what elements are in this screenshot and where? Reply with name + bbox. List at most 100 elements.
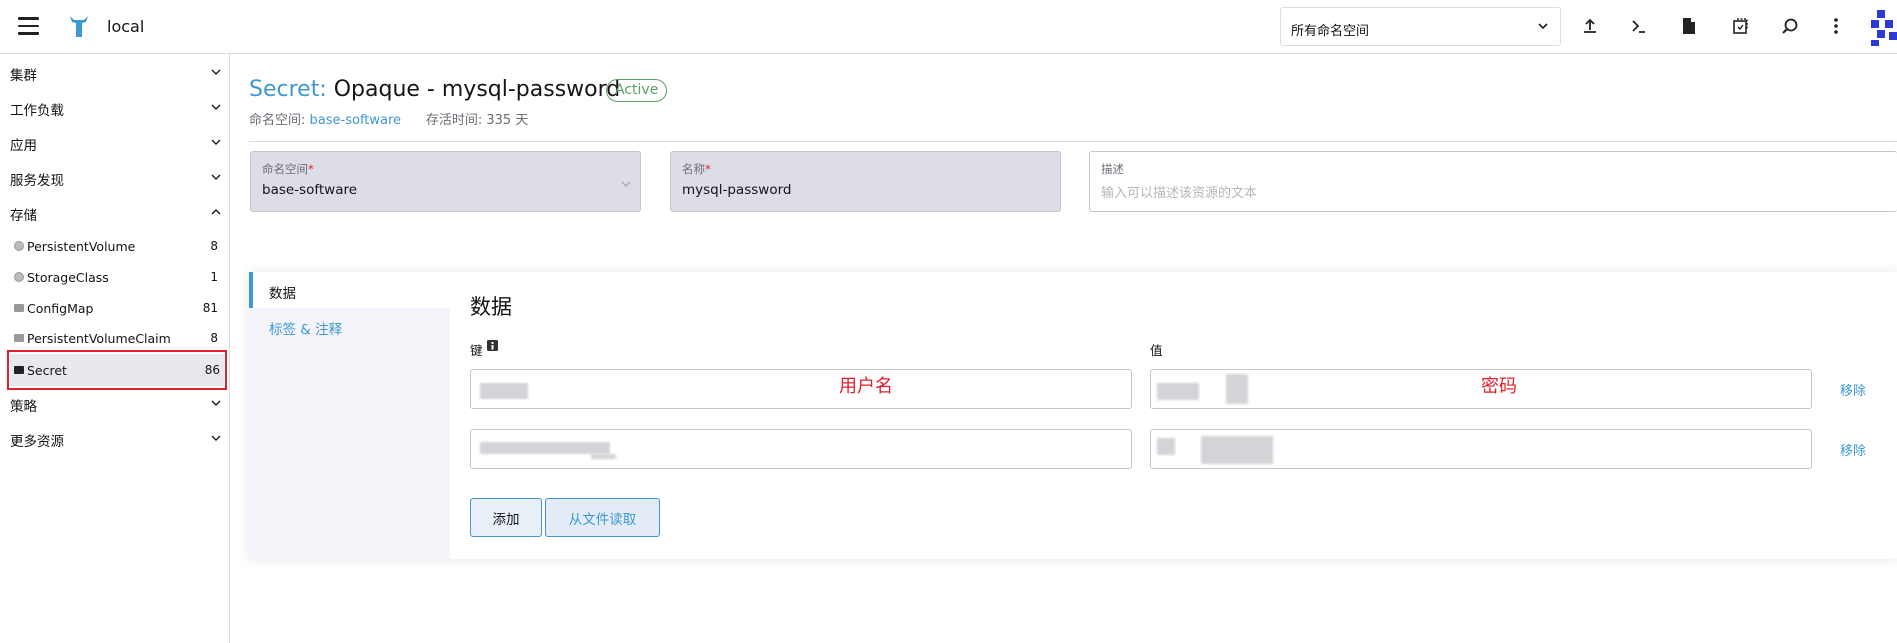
kubectl-shell-icon[interactable] [1628,15,1650,37]
copy-icon[interactable] [1729,15,1751,37]
sidebar-item-count: 1 [210,270,218,284]
tab-data[interactable]: 数据 [249,272,450,308]
sidebar-item-count: 81 [202,301,218,315]
sidebar-item-label: PersistentVolumeClaim [27,330,171,346]
namespace-select[interactable]: 所有命名空间 [1280,7,1561,46]
chevron-down-icon [211,435,221,442]
sidebar-group-apps[interactable]: 应用 [10,134,222,154]
field-label: 名称 [682,162,705,176]
resource-name: Opaque - mysql-password [333,77,621,102]
sidebar-item-storageclass[interactable]: StorageClass 1 [10,263,222,291]
key-header: 键 [470,340,498,359]
divider [249,141,1897,142]
tab-label: 标签 & 注释 [269,322,343,338]
annotation-password: 密码 [1481,376,1517,397]
annotation-username: 用户名 [839,376,893,397]
redacted-value [1201,436,1273,464]
sidebar-item-persistentvolumeclaim[interactable]: PersistentVolumeClaim 8 [10,324,222,352]
age-label: 存活时间: [425,113,483,128]
field-value: base-software [262,182,358,198]
sidebar-item-label: PersistentVolume [27,238,136,254]
redacted-value [1157,438,1175,455]
redacted-value [1226,374,1248,404]
sidebar-group-label: 策略 [10,399,37,415]
key-header-label: 键 [470,343,483,358]
namespace-label: 命名空间: [249,113,306,128]
field-label: 描述 [1101,162,1124,176]
cluster-name[interactable]: local [107,17,144,36]
sidebar-group-workload[interactable]: 工作负载 [10,99,222,119]
add-button[interactable]: 添加 [470,498,542,537]
chevron-down-icon [211,104,221,111]
highlight-box [7,350,227,390]
value-header: 值 [1150,343,1163,358]
top-bar: local 所有命名空间 [0,0,1897,54]
sidebar: 集群 工作负载 应用 服务发现 存储 PersistentVolume 8 St… [0,54,230,643]
file-icon[interactable] [1678,15,1700,37]
chevron-down-icon [621,181,631,187]
read-from-file-button[interactable]: 从文件读取 [545,498,660,537]
sidebar-group-label: 存储 [10,208,37,224]
sidebar-group-label: 服务发现 [10,173,64,189]
sidebar-group-label: 应用 [10,138,37,154]
sidebar-item-label: ConfigMap [27,300,94,316]
tab-labels-annotations[interactable]: 标签 & 注释 [249,308,450,344]
age-value: 335 天 [486,113,529,128]
sidebar-item-label: StorageClass [27,269,109,285]
remove-button[interactable]: 移除 [1840,440,1866,459]
key-input[interactable] [470,429,1132,469]
namespace-field[interactable]: 命名空间* base-software [250,151,641,212]
status-badge: Active [606,79,668,102]
sidebar-item-count: 8 [210,239,218,253]
namespace-link[interactable]: base-software [310,113,402,128]
tab-label: 数据 [269,286,296,302]
chevron-down-icon [1538,23,1548,30]
folder-icon [14,304,24,312]
resource-kind[interactable]: Secret: [249,77,327,102]
folder-icon [14,334,24,342]
section-title: 数据 [470,295,512,319]
chevron-down-icon [211,139,221,146]
sidebar-group-service-discovery[interactable]: 服务发现 [10,169,222,189]
upload-icon[interactable] [1579,15,1601,37]
chevron-down-icon [211,400,221,407]
remove-button[interactable]: 移除 [1840,380,1866,399]
sidebar-item-count: 8 [210,331,218,345]
chevron-down-icon [211,174,221,181]
data-panel: 数据 标签 & 注释 数据 键 值 用户名 密码 移除 移除 添加 从文件读取 [249,272,1897,559]
circle-icon [14,241,24,251]
sidebar-group-label: 工作负载 [10,103,64,119]
sidebar-item-persistentvolume[interactable]: PersistentVolume 8 [10,232,222,260]
name-field[interactable]: 名称* mysql-password [670,151,1061,212]
field-value: mysql-password [682,182,792,198]
redacted-value [1157,383,1199,400]
sidebar-group-storage[interactable]: 存储 [10,204,222,224]
key-input[interactable] [470,369,1132,409]
namespace-select-value: 所有命名空间 [1291,24,1370,39]
redacted-value [480,442,610,454]
resource-meta: 命名空间: base-software 存活时间: 335 天 [249,109,528,128]
circle-icon [14,272,24,282]
description-field[interactable]: 描述 输入可以描述该资源的文本 [1089,151,1897,212]
info-icon [486,340,498,351]
cluster-logo-icon [70,16,88,37]
sidebar-group-label: 更多资源 [10,434,64,450]
more-vert-icon[interactable] [1825,15,1847,37]
page-title: Secret: Opaque - mysql-password [249,77,620,102]
search-icon[interactable] [1779,15,1801,37]
sidebar-item-configmap[interactable]: ConfigMap 81 [10,294,222,322]
chevron-down-icon [211,69,221,76]
menu-icon[interactable] [18,17,39,35]
tab-list: 数据 标签 & 注释 [249,272,450,559]
sidebar-group-policy[interactable]: 策略 [10,395,222,415]
redacted-value [591,454,616,459]
chevron-up-icon [211,208,221,215]
field-placeholder: 输入可以描述该资源的文本 [1101,186,1258,201]
value-input[interactable] [1150,429,1812,469]
redacted-value [480,383,528,399]
field-label: 命名空间 [262,162,308,176]
avatar[interactable] [1871,10,1897,46]
sidebar-group-more-resources[interactable]: 更多资源 [10,430,222,450]
sidebar-group-cluster[interactable]: 集群 [10,64,222,84]
sidebar-group-label: 集群 [10,68,37,84]
